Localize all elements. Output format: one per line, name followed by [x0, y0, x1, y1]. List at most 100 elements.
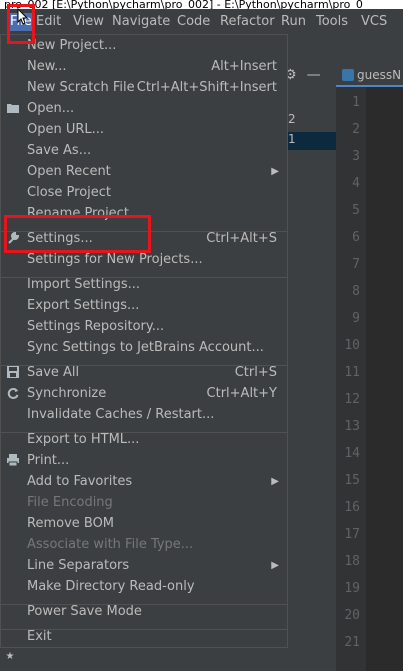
menu-item-settings-repository[interactable]: Settings Repository...: [1, 316, 287, 337]
line-number: 13: [344, 419, 360, 434]
menu-item-new-project[interactable]: New Project...: [1, 35, 287, 56]
menu-item-label: Settings for New Projects...: [27, 252, 203, 267]
line-number: 1: [352, 95, 360, 110]
line-number: 12: [344, 392, 360, 407]
line-number: 9: [352, 311, 360, 326]
menu-item-label: Invalidate Caches / Restart...: [27, 407, 215, 422]
menu-item-line-separators[interactable]: Line Separators ▶: [1, 555, 287, 576]
line-number: 19: [344, 581, 360, 596]
menu-item-label: Sync Settings to JetBrains Account...: [27, 340, 264, 355]
menu-item-label: Settings Repository...: [27, 319, 165, 334]
menu-item-sync-settings-to-jetbrains-account[interactable]: Sync Settings to JetBrains Account...: [1, 337, 287, 358]
folder-icon: [6, 101, 20, 115]
menu-item-label: Print...: [27, 453, 70, 468]
menu-item-label: Open...: [27, 101, 75, 116]
menu-code[interactable]: Code: [177, 13, 210, 31]
line-number: 10: [344, 338, 360, 353]
submenu-arrow-icon: ▶: [271, 560, 279, 571]
menu-item-save-as[interactable]: Save As...: [1, 140, 287, 161]
menu-item-print[interactable]: Print...: [1, 450, 287, 471]
menu-item-save-all[interactable]: Save All Ctrl+S: [1, 362, 287, 383]
project-row[interactable]: 2: [284, 112, 336, 130]
menu-item-label: Synchronize: [27, 386, 107, 401]
menu-item-add-to-favorites[interactable]: Add to Favorites ▶: [1, 471, 287, 492]
menu-item-export-settings[interactable]: Export Settings...: [1, 295, 287, 316]
menu-item-label: New Project...: [27, 38, 117, 53]
menu-item-label: Exit: [27, 629, 52, 644]
menu-run[interactable]: Run: [281, 13, 306, 31]
wrench-icon: [6, 231, 20, 245]
menu-item-label: Settings...: [27, 231, 93, 246]
menu-item-open-url[interactable]: Open URL...: [1, 119, 287, 140]
file-menu: New Project... New... Alt+Insert New Scratc…: [0, 34, 288, 648]
line-number: 11: [344, 365, 360, 380]
menu-edit[interactable]: Edit: [36, 13, 61, 31]
menu-item-shortcut: Ctrl+Alt+Shift+Insert: [136, 80, 277, 95]
menu-item-import-settings[interactable]: Import Settings...: [1, 274, 287, 295]
menu-refactor[interactable]: Refactor: [220, 13, 275, 31]
menu-item-open-recent[interactable]: Open Recent ▶: [1, 161, 287, 182]
line-number: 3: [352, 149, 360, 164]
menu-item-export-to-html[interactable]: Export to HTML...: [1, 429, 287, 450]
menu-item-label: Open URL...: [27, 122, 105, 137]
python-file-icon: [342, 69, 354, 81]
menu-item-label: New...: [27, 59, 67, 74]
line-number: 2: [352, 122, 360, 137]
line-number: 15: [344, 473, 360, 488]
line-number: 16: [344, 500, 360, 515]
minimize-icon[interactable]: —: [307, 67, 321, 83]
line-number: 5: [352, 203, 360, 218]
menu-item-shortcut: Alt+Insert: [211, 59, 277, 74]
line-number: 17: [344, 527, 360, 542]
cursor-icon: [17, 8, 29, 25]
project-row-selected[interactable]: 1: [284, 132, 336, 150]
menu-item-associate-with-file-type: Associate with File Type...: [1, 534, 287, 555]
menu-item-remove-bom[interactable]: Remove BOM: [1, 513, 287, 534]
menu-item-label: Remove BOM: [27, 516, 115, 531]
editor-tab[interactable]: guessN: [336, 64, 403, 87]
menu-item-label: Associate with File Type...: [27, 537, 194, 552]
menu-item-label: Make Directory Read-only: [27, 579, 195, 594]
menu-item-label: Save As...: [27, 143, 92, 158]
menu-item-close-project[interactable]: Close Project: [1, 182, 287, 203]
menu-navigate[interactable]: Navigate: [112, 13, 170, 31]
menu-item-exit[interactable]: Exit: [1, 626, 287, 647]
line-number: 21: [344, 635, 360, 650]
project-toolbar: ⚙ —: [284, 64, 344, 86]
menu-item-label: Open Recent: [27, 164, 111, 179]
menu-item-settings[interactable]: Settings... Ctrl+Alt+S: [1, 228, 287, 249]
menu-vcs[interactable]: VCS: [361, 13, 387, 31]
editor-area[interactable]: [366, 87, 403, 671]
menu-view[interactable]: View: [73, 13, 104, 31]
menu-item-invalidate-caches-restart[interactable]: Invalidate Caches / Restart...: [1, 404, 287, 425]
submenu-arrow-icon: ▶: [271, 166, 279, 177]
menu-item-shortcut: Ctrl+S: [234, 365, 277, 380]
menu-item-new-scratch-file[interactable]: New Scratch File Ctrl+Alt+Shift+Insert: [1, 77, 287, 98]
menu-item-shortcut: Ctrl+Alt+S: [206, 231, 277, 246]
menu-item-make-directory-read-only[interactable]: Make Directory Read-only: [1, 576, 287, 597]
save-icon: [6, 365, 20, 379]
menu-item-label: New Scratch File: [27, 80, 135, 95]
menu-item-power-save-mode[interactable]: Power Save Mode: [1, 601, 287, 622]
menu-item-new[interactable]: New... Alt+Insert: [1, 56, 287, 77]
menu-item-file-encoding: File Encoding: [1, 492, 287, 513]
menu-item-label: Export to HTML...: [27, 432, 140, 447]
menu-item-label: Line Separators: [27, 558, 130, 573]
sync-icon: [6, 386, 20, 400]
favorites-star-icon: ★: [5, 651, 15, 662]
line-number: 7: [352, 257, 360, 272]
line-number: 6: [352, 230, 360, 245]
menu-item-label: Add to Favorites: [27, 474, 133, 489]
menu-item-rename-project[interactable]: Rename Project...: [1, 203, 287, 224]
menu-item-settings-for-new-projects[interactable]: Settings for New Projects...: [1, 249, 287, 270]
print-icon: [6, 453, 20, 467]
menu-item-label: Export Settings...: [27, 298, 140, 313]
menu-item-label: Save All: [27, 365, 80, 380]
menu-item-open[interactable]: Open...: [1, 98, 287, 119]
line-number: 4: [352, 176, 360, 191]
window-title: pro_002 [E:\Python\pycharm\pro_002] - E:…: [0, 0, 403, 9]
menu-item-label: Power Save Mode: [27, 604, 142, 619]
menu-tools[interactable]: Tools: [316, 13, 348, 31]
menubar: File Edit View Navigate Code Refactor Ru…: [0, 9, 403, 34]
menu-item-synchronize[interactable]: Synchronize Ctrl+Alt+Y: [1, 383, 287, 404]
